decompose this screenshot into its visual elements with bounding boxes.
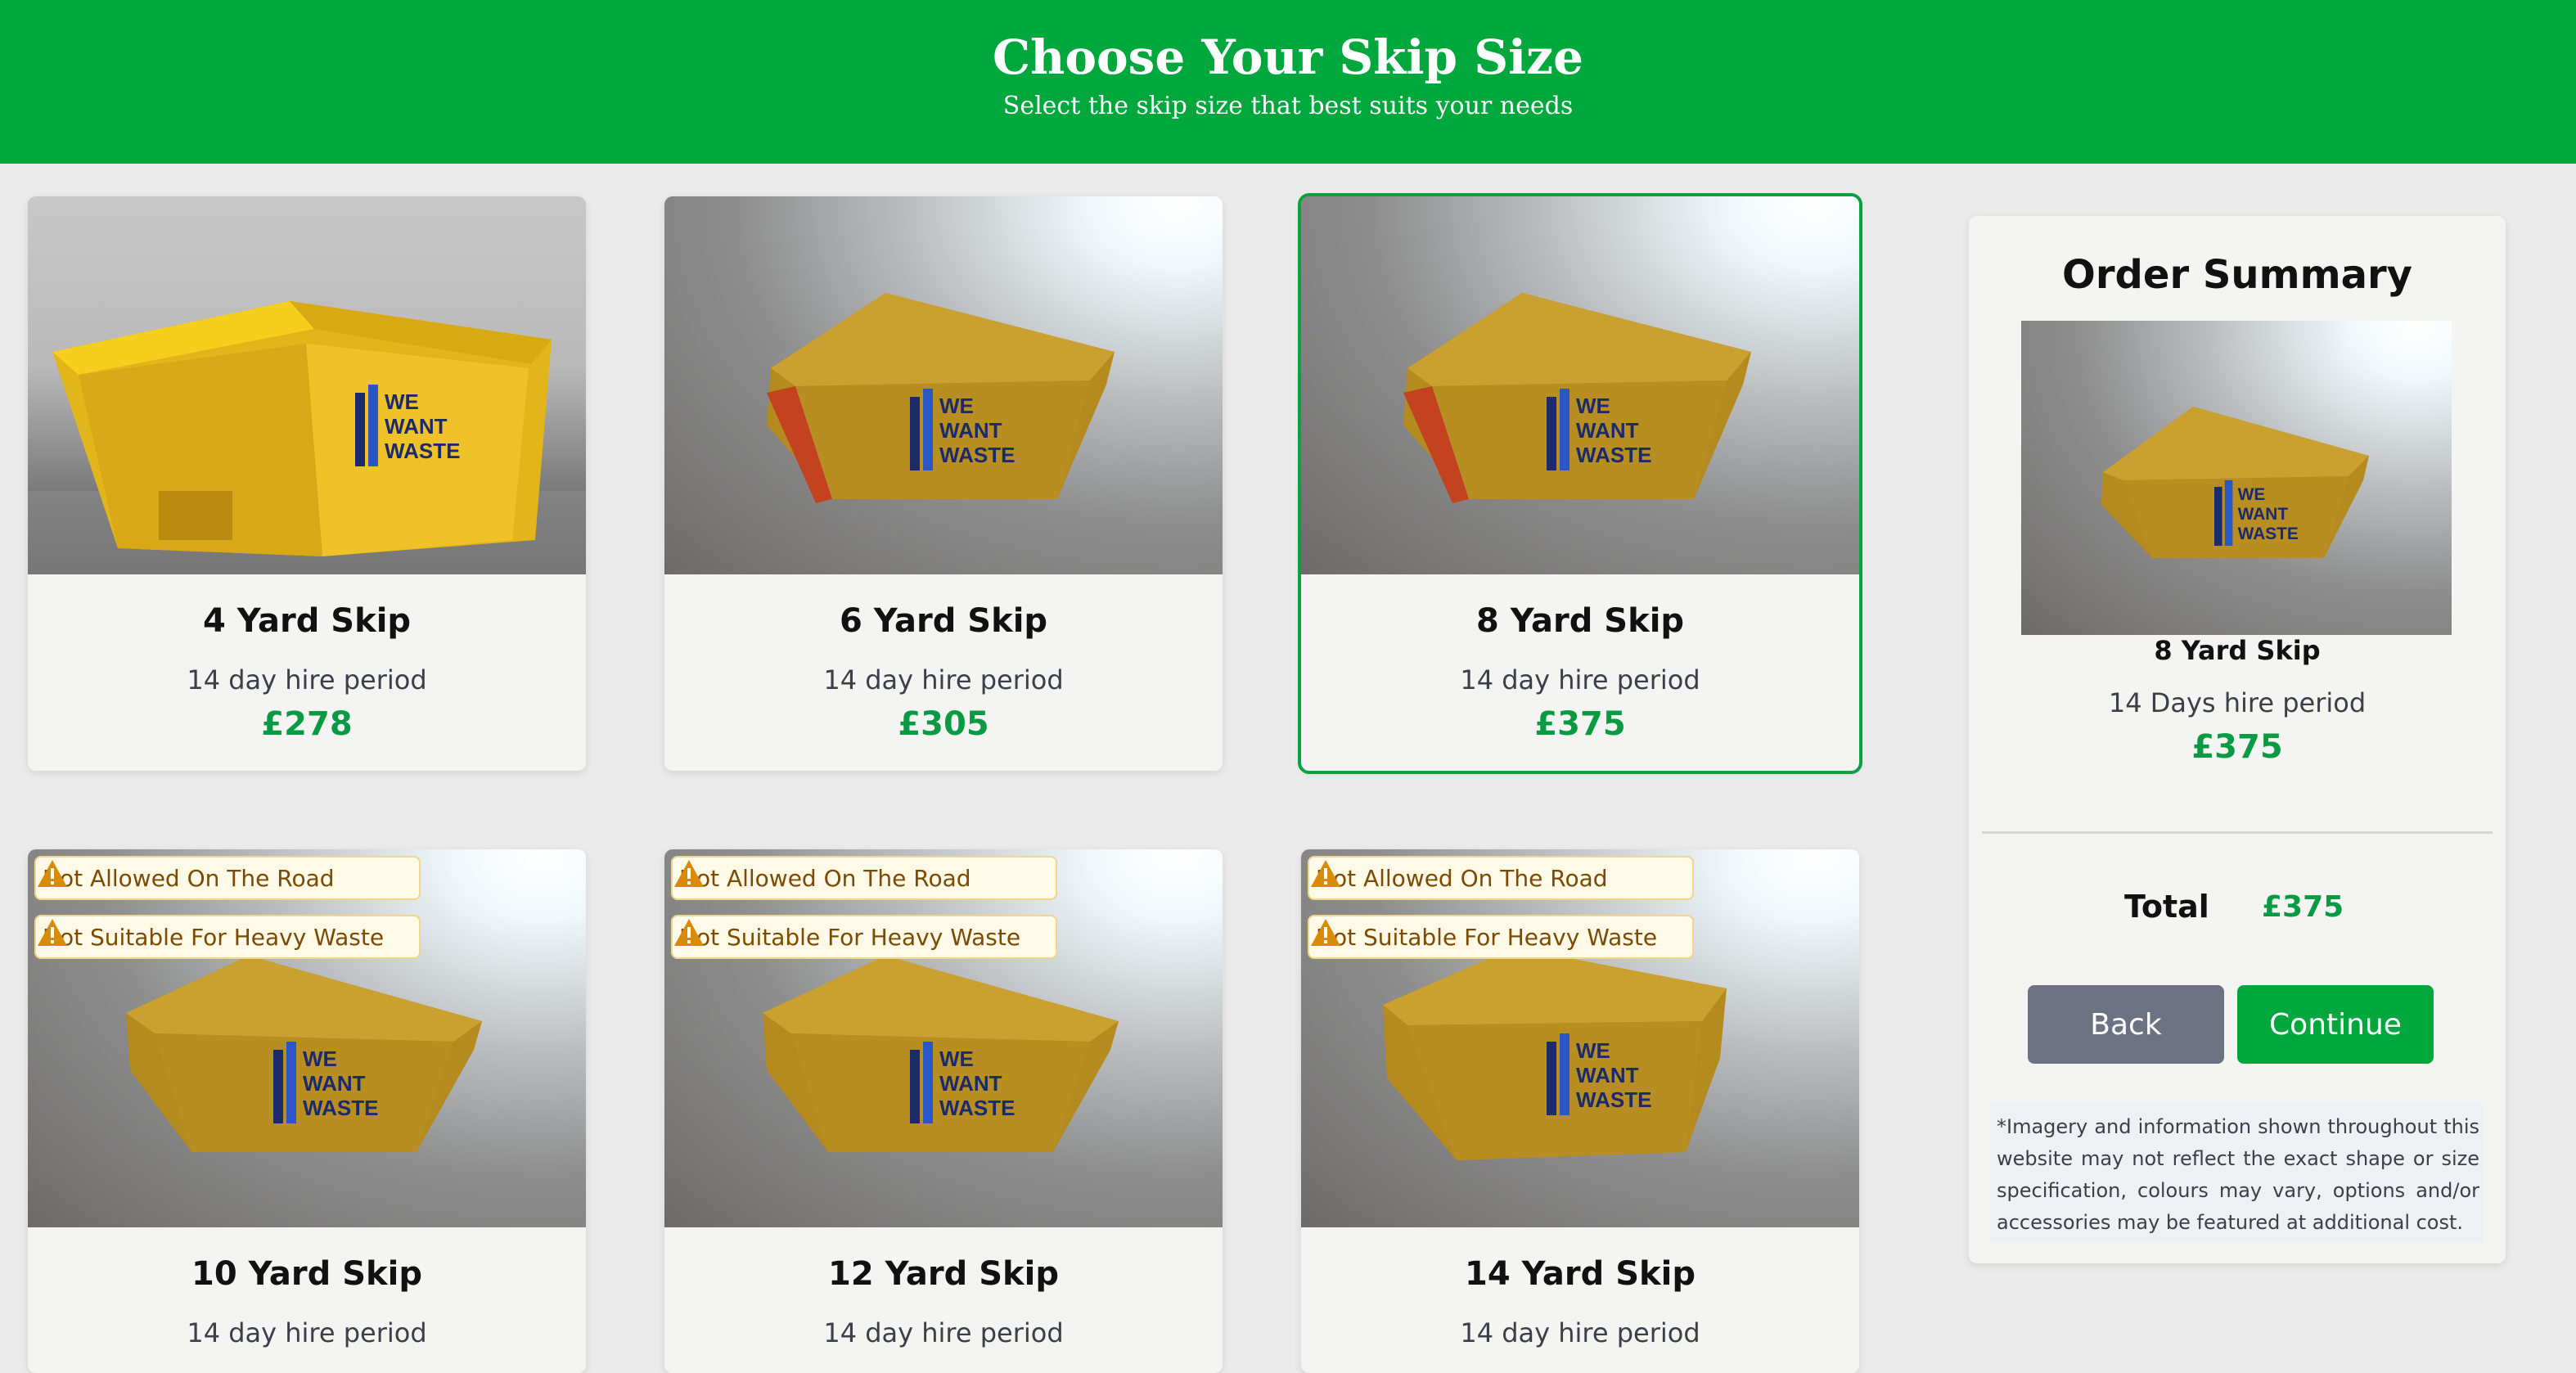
page-title: Choose Your Skip Size bbox=[992, 29, 1584, 85]
skip-card-title: 12 Yard Skip bbox=[828, 1255, 1059, 1293]
skip-card-period: 14 day hire period bbox=[823, 664, 1064, 696]
summary-hire-period: 14 Days hire period bbox=[2108, 687, 2367, 718]
skip-image: WE WANT WASTE bbox=[664, 196, 1223, 574]
warning-triangle-icon bbox=[38, 860, 67, 887]
warning-triangle-icon bbox=[674, 860, 704, 887]
warning-text: Not Allowed On The Road bbox=[679, 864, 971, 892]
svg-text:WANT: WANT bbox=[1576, 1063, 1639, 1087]
svg-text:WASTE: WASTE bbox=[1576, 443, 1651, 467]
skip-card-period: 14 day hire period bbox=[1460, 664, 1700, 696]
warning-text: Not Allowed On The Road bbox=[43, 864, 335, 892]
summary-skip-name: 8 Yard Skip bbox=[2154, 635, 2321, 666]
skip-image: WE WANT WASTE Not Allowed On The Road No… bbox=[28, 849, 586, 1227]
svg-text:WE: WE bbox=[939, 1047, 974, 1071]
skip-card-title: 6 Yard Skip bbox=[839, 602, 1048, 640]
svg-text:WANT: WANT bbox=[939, 1071, 1002, 1096]
skip-image: WE WANT WASTE Not Allowed On The Road No… bbox=[664, 849, 1223, 1227]
svg-text:WE: WE bbox=[1576, 1038, 1610, 1063]
warning-triangle-icon bbox=[1311, 919, 1340, 946]
svg-text:WASTE: WASTE bbox=[939, 1096, 1015, 1120]
total-label: Total bbox=[2124, 889, 2209, 925]
skip-card-title: 10 Yard Skip bbox=[191, 1255, 422, 1293]
svg-text:WANT: WANT bbox=[303, 1071, 366, 1096]
skip-card-12-yard[interactable]: WE WANT WASTE Not Allowed On The Road No… bbox=[664, 849, 1223, 1373]
skip-card-14-yard[interactable]: WE WANT WASTE Not Allowed On The Road No… bbox=[1301, 849, 1859, 1373]
disclaimer-text: *Imagery and information shown throughou… bbox=[1990, 1105, 2483, 1242]
svg-text:WANT: WANT bbox=[1576, 418, 1639, 443]
warning-triangle-icon bbox=[1311, 860, 1340, 887]
summary-price: £375 bbox=[2191, 728, 2283, 766]
order-summary-panel: Order Summary WE WANT WASTE 8 Yard Skip … bbox=[1969, 216, 2506, 1263]
skip-image: WE WANT WASTE bbox=[1301, 196, 1859, 574]
svg-text:WASTE: WASTE bbox=[385, 439, 460, 463]
skip-card-period: 14 day hire period bbox=[1460, 1317, 1700, 1348]
warning-badge-not-suitable-heavy-waste: Not Suitable For Heavy Waste bbox=[34, 915, 421, 959]
selected-skip-image: WE WANT WASTE bbox=[2021, 321, 2452, 635]
skip-image: WE WANT WASTE bbox=[28, 196, 586, 574]
page-subtitle: Select the skip size that best suits you… bbox=[1002, 92, 1574, 120]
skip-image: WE WANT WASTE Not Allowed On The Road No… bbox=[1301, 849, 1859, 1227]
skip-card-4-yard[interactable]: WE WANT WASTE 4 Yard Skip 14 day hire pe… bbox=[28, 196, 586, 771]
skip-card-8-yard[interactable]: WE WANT WASTE 8 Yard Skip 14 day hire pe… bbox=[1298, 193, 1862, 774]
warning-text: Not Suitable For Heavy Waste bbox=[679, 923, 1021, 951]
skip-card-6-yard[interactable]: WE WANT WASTE 6 Yard Skip 14 day hire pe… bbox=[664, 196, 1223, 771]
svg-text:WE: WE bbox=[303, 1047, 337, 1071]
svg-text:WANT: WANT bbox=[385, 414, 448, 439]
skip-card-period: 14 day hire period bbox=[823, 1317, 1064, 1348]
warning-badge-not-suitable-heavy-waste: Not Suitable For Heavy Waste bbox=[671, 915, 1057, 959]
back-button[interactable]: Back bbox=[2028, 985, 2224, 1064]
skip-card-title: 8 Yard Skip bbox=[1475, 602, 1685, 640]
skip-card-10-yard[interactable]: WE WANT WASTE Not Allowed On The Road No… bbox=[28, 849, 586, 1373]
svg-text:WASTE: WASTE bbox=[303, 1096, 378, 1120]
svg-text:WE: WE bbox=[1576, 394, 1610, 418]
warning-text: Not Suitable For Heavy Waste bbox=[43, 923, 385, 951]
warning-text: Not Suitable For Heavy Waste bbox=[1316, 923, 1658, 951]
svg-text:WE: WE bbox=[2238, 485, 2266, 504]
svg-text:WE: WE bbox=[939, 394, 974, 418]
continue-button[interactable]: Continue bbox=[2237, 985, 2434, 1064]
svg-text:WE: WE bbox=[385, 389, 419, 414]
svg-text:WASTE: WASTE bbox=[2238, 524, 2299, 543]
warning-badge-not-allowed-on-road: Not Allowed On The Road bbox=[34, 856, 421, 900]
warning-triangle-icon bbox=[674, 919, 704, 946]
warning-text: Not Allowed On The Road bbox=[1316, 864, 1608, 892]
skip-card-title: 4 Yard Skip bbox=[202, 602, 412, 640]
page-header: Choose Your Skip Size Select the skip si… bbox=[0, 0, 2576, 164]
skip-card-title: 14 Yard Skip bbox=[1465, 1255, 1696, 1293]
svg-text:WANT: WANT bbox=[939, 418, 1002, 443]
warning-triangle-icon bbox=[38, 919, 67, 946]
skip-card-price: £278 bbox=[261, 705, 353, 743]
skip-card-price: £375 bbox=[1534, 705, 1626, 743]
total-value: £375 bbox=[2262, 890, 2344, 924]
svg-text:WASTE: WASTE bbox=[1576, 1087, 1651, 1112]
svg-text:WANT: WANT bbox=[2238, 505, 2289, 524]
warning-badge-not-suitable-heavy-waste: Not Suitable For Heavy Waste bbox=[1308, 915, 1694, 959]
svg-text:WASTE: WASTE bbox=[939, 443, 1015, 467]
warning-badge-not-allowed-on-road: Not Allowed On The Road bbox=[671, 856, 1057, 900]
skip-card-period: 14 day hire period bbox=[187, 664, 427, 696]
warning-badge-not-allowed-on-road: Not Allowed On The Road bbox=[1308, 856, 1694, 900]
skip-card-price: £305 bbox=[898, 705, 989, 743]
order-summary-title: Order Summary bbox=[2062, 252, 2412, 298]
summary-divider bbox=[1982, 831, 2493, 834]
skip-card-period: 14 day hire period bbox=[187, 1317, 427, 1348]
